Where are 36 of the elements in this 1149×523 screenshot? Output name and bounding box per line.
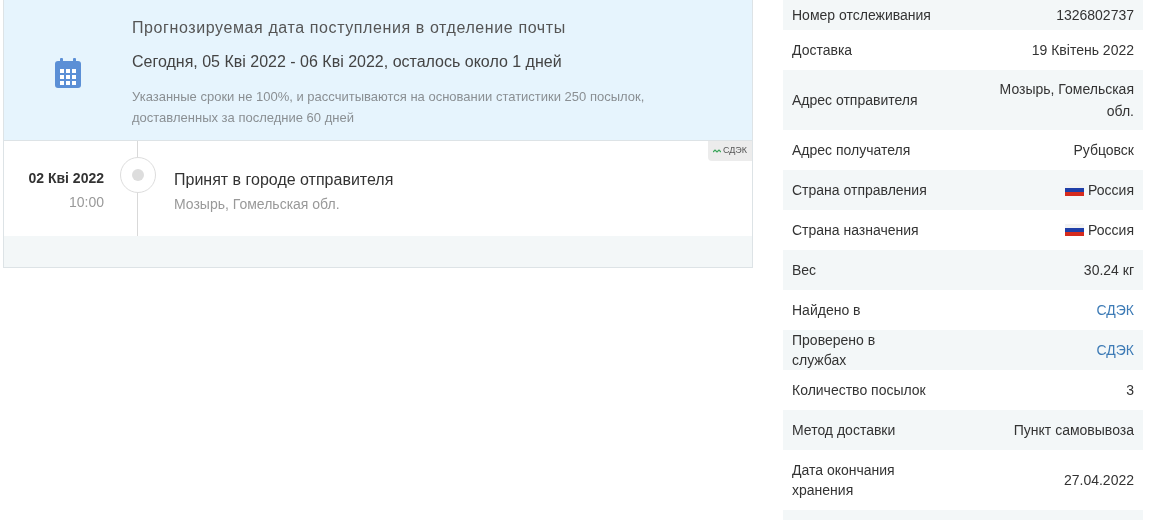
detail-value: 30.24 кг (1083, 261, 1134, 280)
forecast-title: Прогнозируемая дата поступления в отделение почты (132, 18, 567, 38)
detail-label: Проверено в службах (792, 331, 877, 370)
detail-value: 19 Квітень 2022 (1031, 41, 1134, 60)
carrier-name: СДЭК (722, 144, 747, 157)
detail-label: Дата окончания хранения (792, 461, 896, 500)
detail-label: Страна отправления (792, 181, 928, 200)
detail-value: Пункт самовывоза (1013, 421, 1134, 440)
detail-value: Россия (1088, 181, 1134, 200)
forecast-note: Указанные сроки не 100%, и рассчитываются на основании статистики 250 посылок, доставленных за последние 60 дней (132, 88, 646, 127)
detail-label: Доставка (792, 41, 854, 60)
detail-label: Номер отслеживания (792, 6, 932, 25)
flag-icon (1065, 184, 1085, 196)
detail-value: 3 (1126, 381, 1134, 400)
detail-link[interactable]: СДЭК (1096, 339, 1134, 361)
detail-label: Метод доставки (792, 421, 897, 440)
detail-value: 27.04.2022 (1063, 471, 1134, 490)
detail-value: Мозырь, Гомельская обл. (998, 80, 1134, 121)
event-time: 10:00 (68, 193, 104, 212)
detail-label: Страна назначения (792, 221, 920, 240)
detail-value: Рубцовск (1073, 141, 1134, 160)
detail-label: Количество посылок (792, 381, 927, 400)
carrier-logo-icon (712, 148, 721, 153)
detail-label: Адрес получателя (792, 141, 912, 160)
flag-icon (1065, 224, 1085, 236)
event-status: Принят в городе отправителя (174, 170, 394, 190)
event-location: Мозырь, Гомельская обл. (174, 195, 341, 214)
detail-value: 1326802737 (1056, 6, 1134, 25)
detail-link[interactable]: СДЭК (1096, 299, 1134, 321)
event-date: 02 Кві 2022 (28, 169, 104, 188)
detail-label: Вес (792, 261, 818, 280)
detail-value: Россия (1088, 221, 1134, 240)
detail-label: Адрес отправителя (792, 91, 919, 110)
detail-label: Найдено в (792, 301, 862, 320)
calendar-icon (55, 58, 81, 88)
forecast-range: Сегодня, 05 Кві 2022 - 06 Кві 2022, осталось около 1 дней (132, 52, 563, 72)
